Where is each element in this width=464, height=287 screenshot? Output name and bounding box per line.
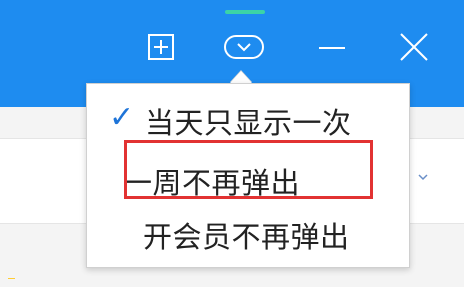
add-window-button[interactable] xyxy=(136,27,186,67)
chevron-down-icon xyxy=(418,174,428,181)
menu-item-show-once-today[interactable]: ✓ 当天只显示一次 xyxy=(87,96,409,142)
menu-item-label: 开会员不再弹出 xyxy=(143,220,350,254)
minimize-icon xyxy=(318,47,345,49)
minimize-button[interactable] xyxy=(309,27,354,67)
menu-caret xyxy=(230,71,252,83)
app-window: ✓ 当天只显示一次 一周不再弹出 开会员不再弹出 xyxy=(0,0,464,287)
close-button[interactable] xyxy=(389,27,439,67)
skin-button[interactable] xyxy=(216,27,272,67)
menu-item-label: 当天只显示一次 xyxy=(145,106,352,140)
menu-item-hide-with-vip[interactable]: 开会员不再弹出 xyxy=(87,210,409,256)
left-edge-mark xyxy=(8,278,15,279)
skin-icon xyxy=(224,35,264,59)
drag-handle-indicator xyxy=(225,10,265,14)
add-window-icon xyxy=(148,34,174,60)
checkmark-icon: ✓ xyxy=(109,100,135,135)
close-icon xyxy=(400,33,428,61)
selection-highlight-box xyxy=(124,140,373,199)
